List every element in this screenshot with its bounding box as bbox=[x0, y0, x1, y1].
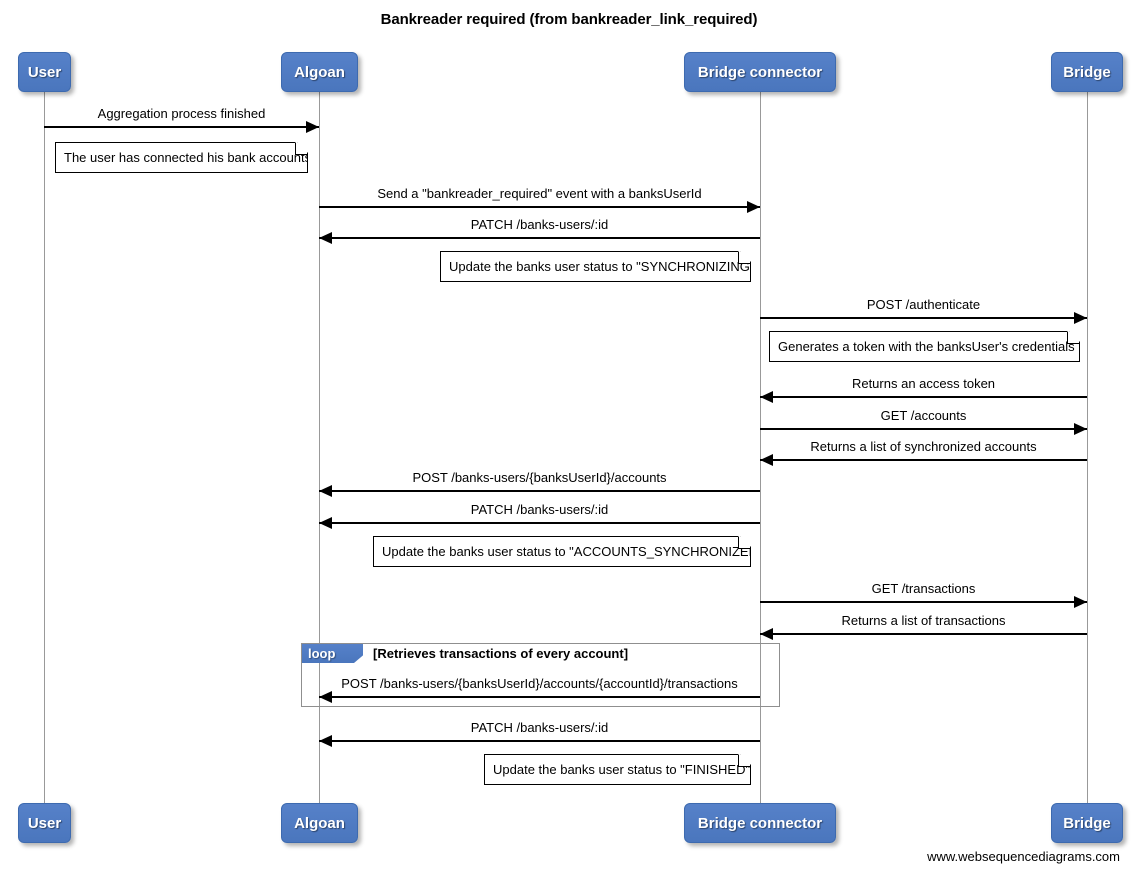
participant-label: Algoan bbox=[294, 814, 345, 832]
participant-bridge-top[interactable]: Bridge bbox=[1051, 52, 1123, 92]
message-label: Send a "bankreader_required" event with … bbox=[377, 186, 702, 201]
note-text: Update the banks user status to "ACCOUNT… bbox=[382, 544, 763, 559]
note-box: Generates a token with the banksUser's c… bbox=[769, 331, 1080, 362]
arrowhead-icon bbox=[760, 391, 773, 403]
participant-label: User bbox=[27, 814, 62, 832]
watermark-label: www.websequencediagrams.com bbox=[927, 849, 1120, 864]
message-label: Returns a list of transactions bbox=[841, 613, 1006, 628]
participant-bridge_connector-bottom[interactable]: Bridge connector bbox=[684, 803, 836, 843]
fragment-tag-label: loop bbox=[302, 644, 363, 663]
arrowhead-icon bbox=[319, 485, 332, 497]
note-text: The user has connected his bank accounts bbox=[64, 150, 312, 165]
arrowhead-icon bbox=[760, 454, 773, 466]
note-fold-icon bbox=[738, 252, 750, 264]
participant-label: Bridge connector bbox=[697, 63, 823, 81]
message-line bbox=[760, 633, 1087, 635]
page-title: Bankreader required (from bankreader_lin… bbox=[380, 11, 758, 28]
arrowhead-icon bbox=[1074, 596, 1087, 608]
message-line bbox=[44, 126, 319, 128]
participant-label: Algoan bbox=[294, 63, 345, 81]
participant-label: Bridge bbox=[1063, 63, 1111, 81]
arrowhead-icon bbox=[1074, 423, 1087, 435]
message-label: Returns a list of synchronized accounts bbox=[810, 439, 1037, 454]
sequence-diagram-canvas: Bankreader required (from bankreader_lin… bbox=[0, 0, 1138, 878]
message-line bbox=[760, 317, 1087, 319]
note-text: Update the banks user status to "SYNCHRO… bbox=[449, 259, 755, 274]
fragment-condition-label: [Retrieves transactions of every account… bbox=[373, 646, 629, 661]
participant-bridge_connector-top[interactable]: Bridge connector bbox=[684, 52, 836, 92]
note-box: Update the banks user status to "ACCOUNT… bbox=[373, 536, 751, 567]
arrowhead-icon bbox=[319, 232, 332, 244]
message-label: GET /accounts bbox=[880, 408, 967, 423]
lifeline-user bbox=[44, 92, 45, 803]
message-line bbox=[319, 490, 760, 492]
arrowhead-icon bbox=[319, 691, 332, 703]
note-box: Update the banks user status to "SYNCHRO… bbox=[440, 251, 751, 282]
participant-label: Bridge bbox=[1063, 814, 1111, 832]
message-line bbox=[760, 601, 1087, 603]
message-label: Aggregation process finished bbox=[97, 106, 266, 121]
message-label: PATCH /banks-users/:id bbox=[470, 502, 609, 517]
message-label: POST /banks-users/{banksUserId}/accounts bbox=[412, 470, 667, 485]
message-label: PATCH /banks-users/:id bbox=[470, 217, 609, 232]
note-text: Generates a token with the banksUser's c… bbox=[778, 339, 1075, 354]
message-line bbox=[319, 206, 760, 208]
message-label: GET /transactions bbox=[871, 581, 976, 596]
participant-label: Bridge connector bbox=[697, 814, 823, 832]
message-label: Returns an access token bbox=[851, 376, 996, 391]
note-fold-icon bbox=[738, 537, 750, 549]
arrowhead-icon bbox=[306, 121, 319, 133]
note-text: Update the banks user status to "FINISHE… bbox=[493, 762, 751, 777]
arrowhead-icon bbox=[747, 201, 760, 213]
participant-user-bottom[interactable]: User bbox=[18, 803, 71, 843]
arrowhead-icon bbox=[319, 517, 332, 529]
message-line bbox=[760, 396, 1087, 398]
message-label: POST /authenticate bbox=[866, 297, 981, 312]
arrowhead-icon bbox=[1074, 312, 1087, 324]
note-fold-icon bbox=[1067, 332, 1079, 344]
message-label: PATCH /banks-users/:id bbox=[470, 720, 609, 735]
participant-algoan-top[interactable]: Algoan bbox=[281, 52, 358, 92]
message-line bbox=[319, 740, 760, 742]
message-line bbox=[760, 459, 1087, 461]
message-label: POST /banks-users/{banksUserId}/accounts… bbox=[341, 676, 738, 691]
note-box: Update the banks user status to "FINISHE… bbox=[484, 754, 751, 785]
lifeline-bridge bbox=[1087, 92, 1088, 803]
message-line bbox=[760, 428, 1087, 430]
participant-user-top[interactable]: User bbox=[18, 52, 71, 92]
note-fold-icon bbox=[295, 143, 307, 155]
message-line bbox=[319, 696, 760, 698]
message-line bbox=[319, 522, 760, 524]
note-box: The user has connected his bank accounts bbox=[55, 142, 308, 173]
arrowhead-icon bbox=[760, 628, 773, 640]
participant-label: User bbox=[27, 63, 62, 81]
message-line bbox=[319, 237, 760, 239]
participant-algoan-bottom[interactable]: Algoan bbox=[281, 803, 358, 843]
arrowhead-icon bbox=[319, 735, 332, 747]
note-fold-icon bbox=[738, 755, 750, 767]
participant-bridge-bottom[interactable]: Bridge bbox=[1051, 803, 1123, 843]
